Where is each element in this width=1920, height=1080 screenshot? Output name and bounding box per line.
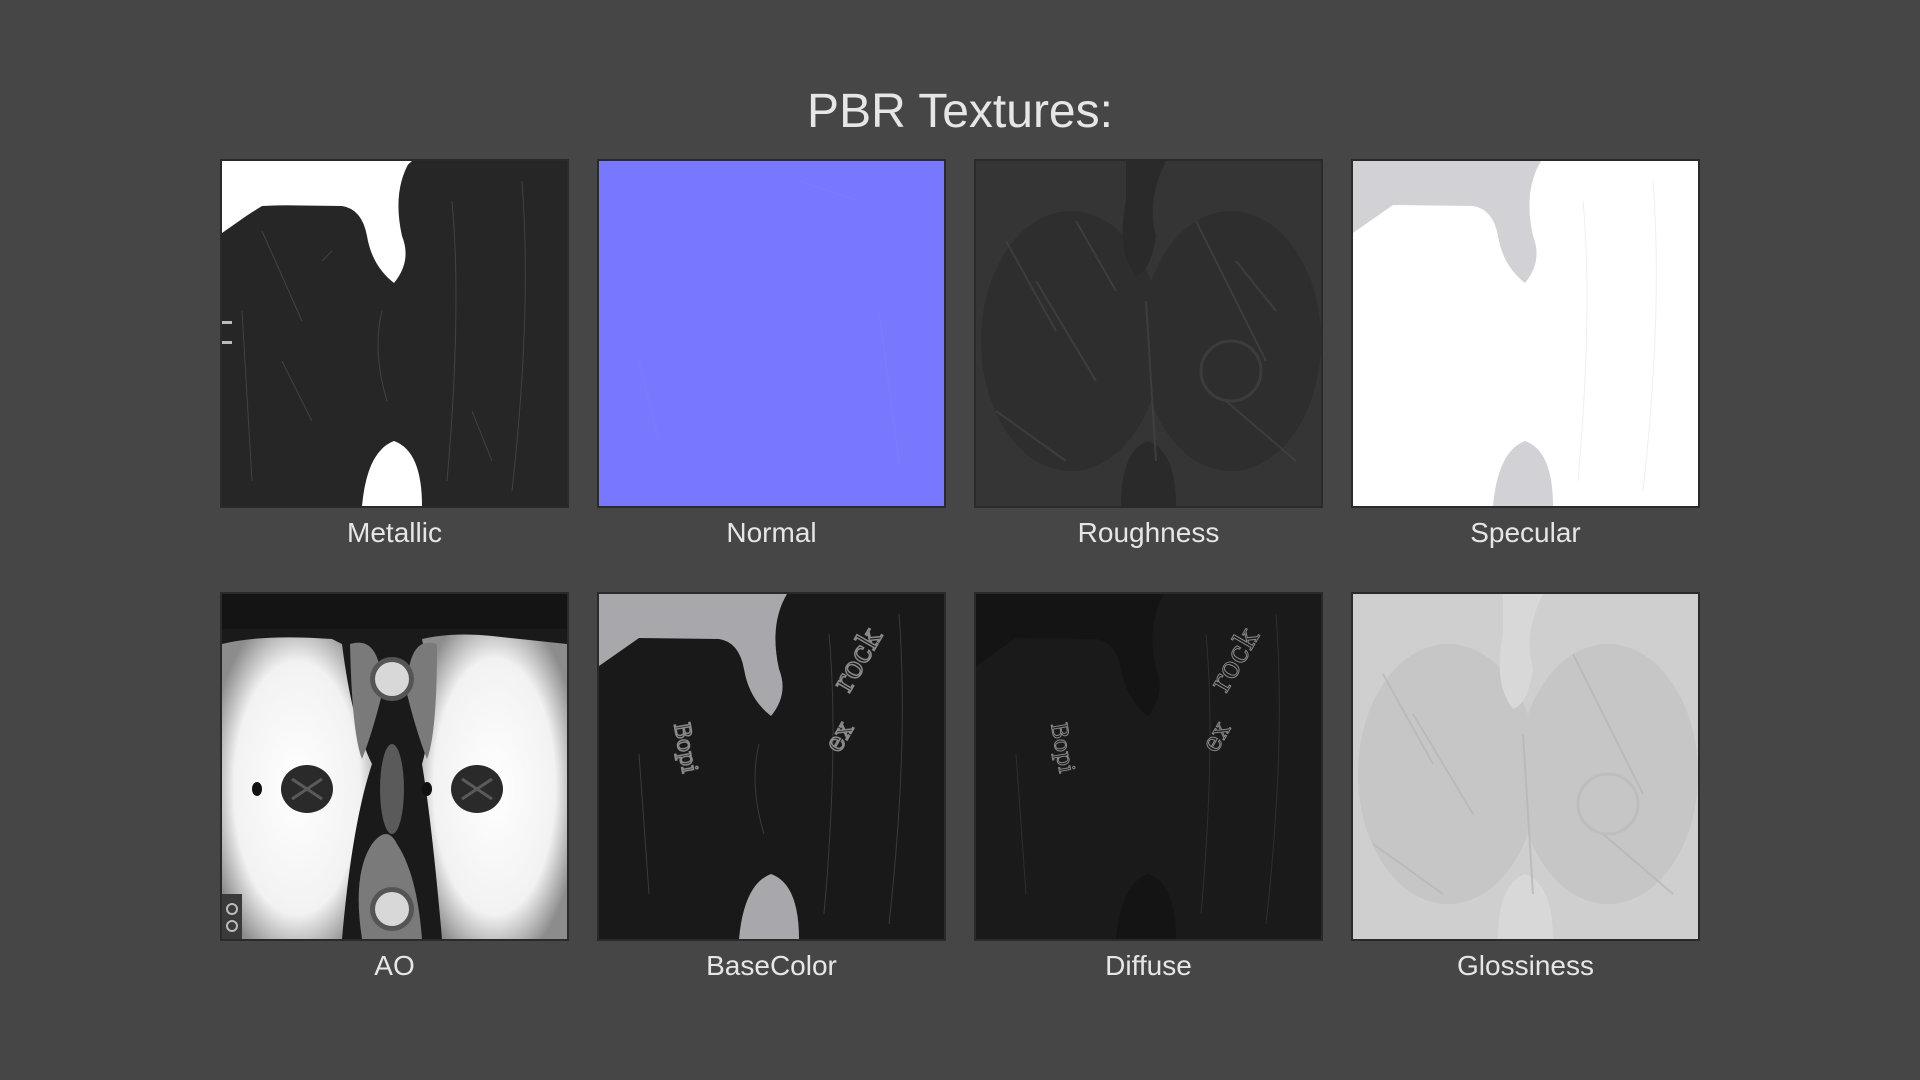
texture-label: Specular <box>1470 517 1581 548</box>
ambient-occlusion-map-image <box>220 592 569 941</box>
normal-map-image <box>597 159 946 508</box>
texture-card-glossiness: Glossiness <box>1351 592 1700 983</box>
texture-label: BaseColor <box>706 950 837 981</box>
specular-map-image <box>1351 159 1700 508</box>
roughness-map-image <box>974 159 1323 508</box>
texture-card-roughness: Roughness <box>974 159 1323 550</box>
page: PBR Textures: Metallic Normal Roughness … <box>0 0 1920 1080</box>
texture-label: AO <box>374 950 415 981</box>
texture-card-ao: AO <box>220 592 569 983</box>
texture-label: Metallic <box>347 517 442 548</box>
glossiness-map-image <box>1351 592 1700 941</box>
texture-card-normal: Normal <box>597 159 946 550</box>
texture-label: Normal <box>726 517 817 548</box>
texture-card-diffuse: Bopi rock ex Diffuse <box>974 592 1323 983</box>
texture-label: Glossiness <box>1457 950 1594 981</box>
texture-card-specular: Specular <box>1351 159 1700 550</box>
page-title: PBR Textures: <box>807 85 1113 138</box>
texture-label: Roughness <box>1077 517 1220 548</box>
texture-card-basecolor: Bopi rock ex BaseColor <box>597 592 946 983</box>
basecolor-map-image: Bopi rock ex <box>597 592 946 941</box>
texture-card-metallic: Metallic <box>220 159 569 550</box>
texture-label: Diffuse <box>1105 950 1192 981</box>
diffuse-map-image: Bopi rock ex <box>974 592 1323 941</box>
texture-grid: Metallic Normal Roughness Specular AO Bo… <box>220 159 1700 983</box>
metallic-map-image <box>220 159 569 508</box>
